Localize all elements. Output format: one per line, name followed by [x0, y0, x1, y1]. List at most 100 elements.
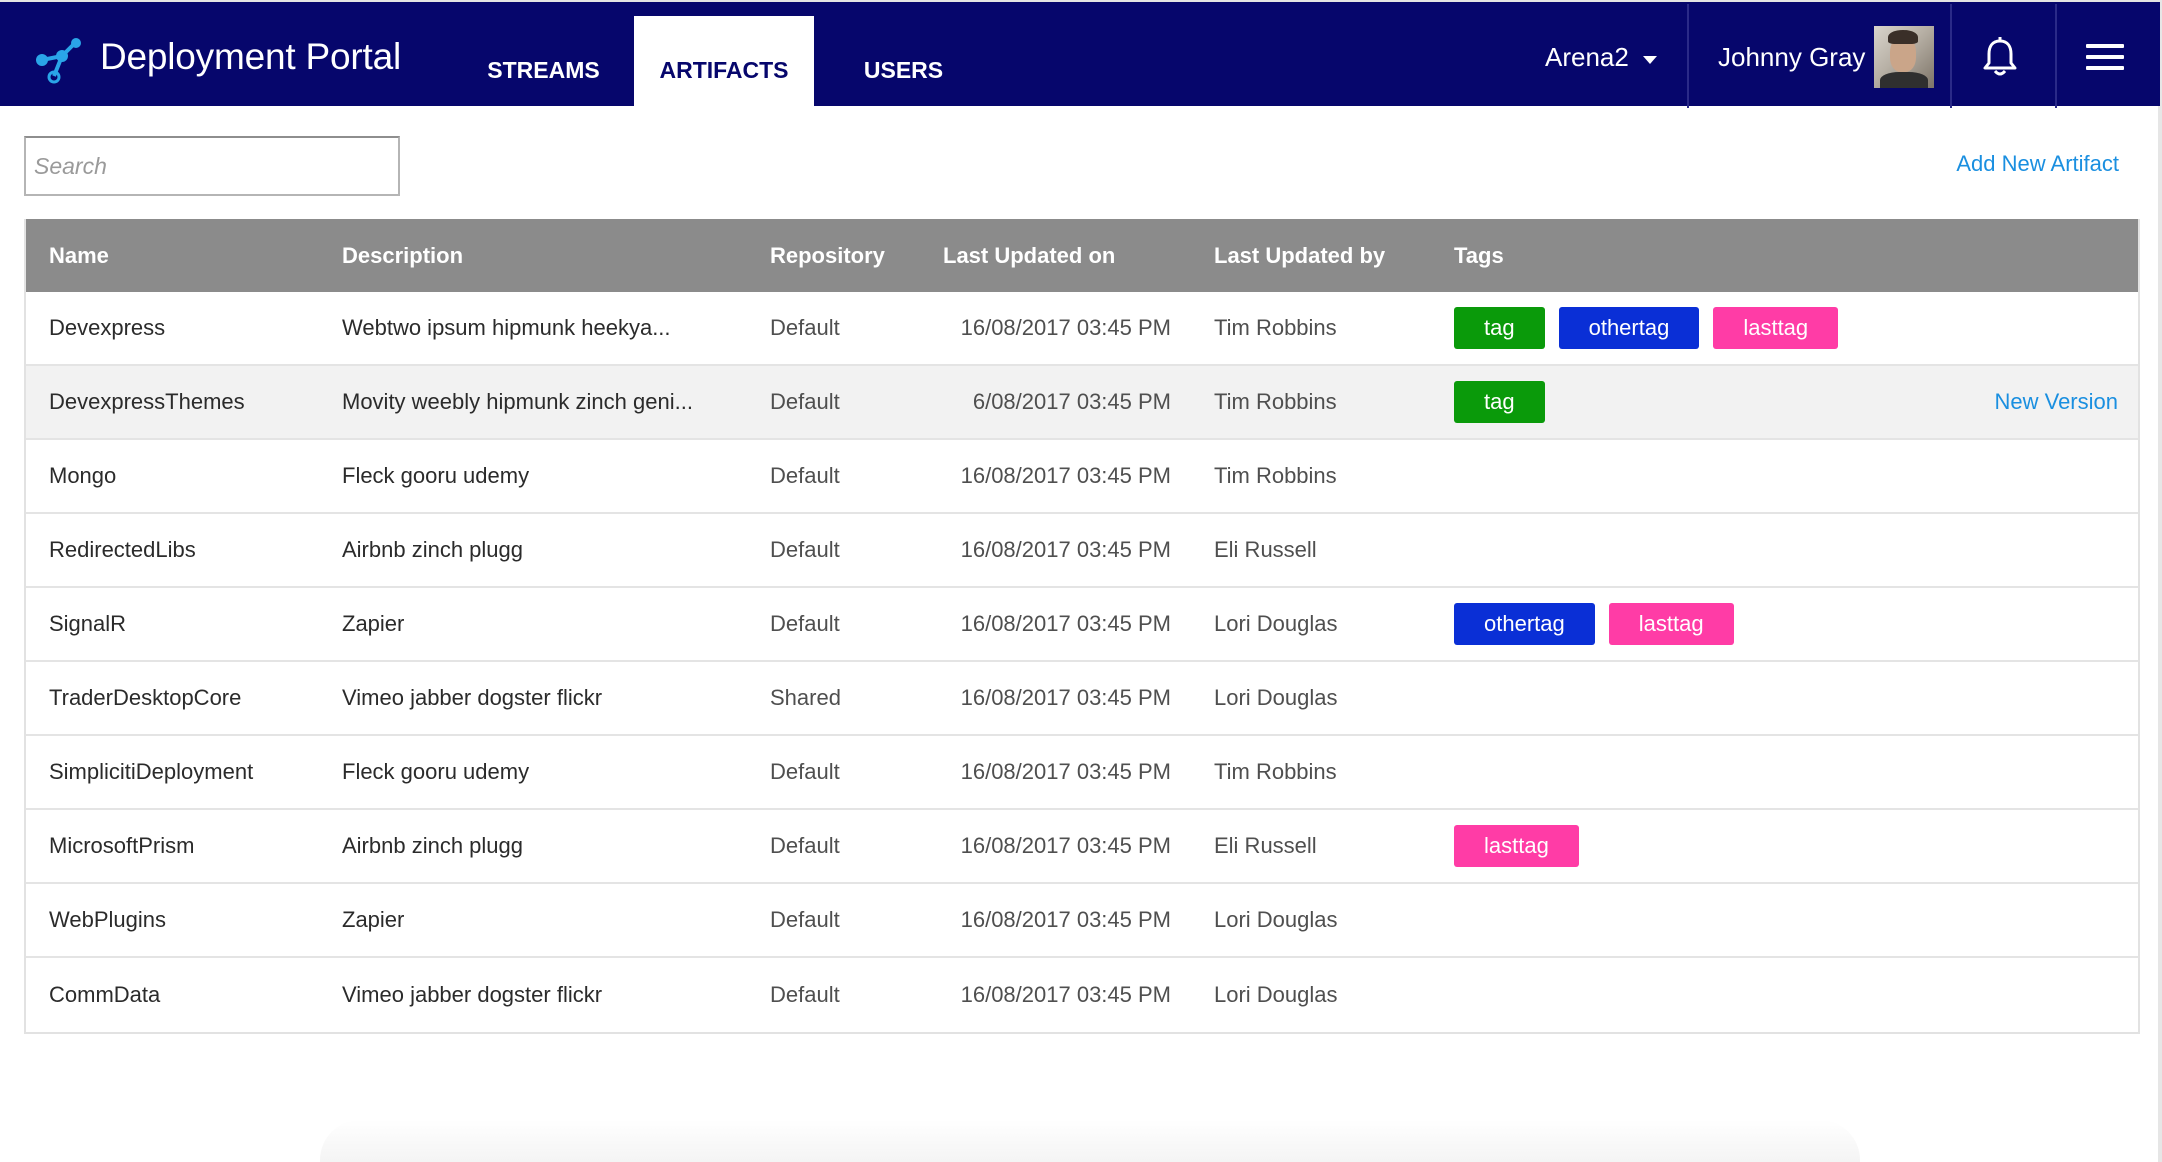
- tab-users[interactable]: USERS: [826, 16, 981, 108]
- artifact-updated-on: 16/08/2017 03:45 PM: [960, 537, 1171, 562]
- table-row[interactable]: RedirectedLibs Airbnb zinch plugg Default 1…: [26, 514, 2138, 588]
- artifact-description: Fleck gooru udemy: [342, 759, 530, 784]
- tag-list: tag: [1454, 366, 1545, 438]
- artifact-updated-on: 16/08/2017 03:45 PM: [960, 833, 1171, 858]
- artifact-updated-on: 16/08/2017 03:45 PM: [960, 759, 1171, 784]
- artifact-updated-on: 16/08/2017 03:45 PM: [960, 982, 1171, 1007]
- table-row[interactable]: CommData Vimeo jabber dogster flickr Defau…: [26, 958, 2138, 1032]
- artifact-repository: Default: [770, 982, 840, 1007]
- environment-dropdown[interactable]: Arena2: [1545, 42, 1657, 73]
- header-divider: [1687, 4, 1689, 108]
- artifact-repository: Default: [770, 463, 840, 488]
- table-body: Devexpress Webtwo ipsum hipmunk heekya...…: [26, 292, 2138, 1032]
- avatar[interactable]: [1874, 26, 1934, 88]
- artifact-updated-on: 16/08/2017 03:45 PM: [960, 463, 1171, 488]
- new-version-link[interactable]: New Version: [1994, 366, 2118, 438]
- header-divider: [2055, 4, 2057, 108]
- artifact-updated-by: Tim Robbins: [1214, 759, 1337, 784]
- artifact-name: DevexpressThemes: [49, 389, 245, 414]
- search-input[interactable]: [24, 136, 400, 196]
- artifact-repository: Default: [770, 537, 840, 562]
- table-row[interactable]: TraderDesktopCore Vimeo jabber dogster fl…: [26, 662, 2138, 736]
- artifact-description: Fleck gooru udemy: [342, 463, 530, 488]
- artifact-updated-by: Tim Robbins: [1214, 463, 1337, 488]
- bell-icon[interactable]: [1980, 36, 2020, 78]
- environment-label: Arena2: [1545, 42, 1629, 72]
- artifact-repository: Default: [770, 833, 840, 858]
- artifact-name: SimplicitiDeployment: [49, 759, 254, 784]
- artifact-name: TraderDesktopCore: [49, 685, 242, 710]
- artifact-updated-on: 16/08/2017 03:45 PM: [960, 611, 1171, 636]
- tag-badge[interactable]: lasttag: [1454, 825, 1579, 867]
- tag-list: lasttag: [1454, 810, 1579, 882]
- artifact-repository: Default: [770, 389, 840, 414]
- table-row[interactable]: Devexpress Webtwo ipsum hipmunk heekya...…: [26, 292, 2138, 366]
- bottom-shadow: [320, 1120, 1860, 1162]
- artifact-updated-on: 16/08/2017 03:45 PM: [960, 907, 1171, 932]
- artifact-name: Devexpress: [49, 315, 166, 340]
- column-header-last-updated-by[interactable]: Last Updated by: [1214, 219, 1385, 292]
- table-row[interactable]: DevexpressThemes Movity weebly hipmunk zi…: [26, 366, 2138, 440]
- artifact-description: Webtwo ipsum hipmunk heekya...: [342, 315, 671, 340]
- artifact-description: Airbnb zinch plugg: [342, 833, 524, 858]
- table-row[interactable]: Mongo Fleck gooru udemy Default 16/08/2017 …: [26, 440, 2138, 514]
- artifact-description: Vimeo jabber dogster flickr: [342, 685, 603, 710]
- column-header-repository[interactable]: Repository: [770, 219, 885, 292]
- table-row[interactable]: SimplicitiDeployment Fleck gooru udemy Def…: [26, 736, 2138, 810]
- tag-badge[interactable]: tag: [1454, 307, 1545, 349]
- artifact-name: WebPlugins: [49, 907, 166, 932]
- artifact-updated-on: 16/08/2017 03:45 PM: [960, 685, 1171, 710]
- artifact-updated-on: 16/08/2017 03:45 PM: [960, 315, 1171, 340]
- column-header-name[interactable]: Name: [49, 219, 109, 292]
- artifact-repository: Default: [770, 315, 840, 340]
- artifact-description: Airbnb zinch plugg: [342, 537, 524, 562]
- artifact-updated-by: Eli Russell: [1214, 833, 1317, 858]
- user-name[interactable]: Johnny Gray: [1718, 42, 1865, 73]
- artifact-updated-on: 6/08/2017 03:45 PM: [972, 389, 1171, 414]
- artifact-updated-by: Lori Douglas: [1214, 907, 1338, 932]
- tag-badge[interactable]: othertag: [1454, 603, 1595, 645]
- artifacts-table: Name Description Repository Last Updated…: [24, 219, 2140, 1034]
- top-header: Deployment Portal STREAMS ARTIFACTS USER…: [0, 0, 2160, 108]
- app-title: Deployment Portal: [100, 36, 401, 77]
- logo-icon: [36, 38, 81, 84]
- artifact-name: SignalR: [49, 611, 127, 636]
- artifact-name: RedirectedLibs: [49, 537, 196, 562]
- column-header-last-updated-on[interactable]: Last Updated on: [943, 219, 1115, 292]
- artifact-updated-by: Eli Russell: [1214, 537, 1317, 562]
- artifact-description: Zapier: [342, 907, 405, 932]
- tag-badge[interactable]: lasttag: [1608, 603, 1734, 645]
- artifact-description: Vimeo jabber dogster flickr: [342, 982, 603, 1007]
- artifact-updated-by: Lori Douglas: [1214, 611, 1338, 636]
- column-header-tags[interactable]: Tags: [1454, 219, 1504, 292]
- tag-badge[interactable]: tag: [1454, 381, 1545, 423]
- app-frame: Deployment Portal STREAMS ARTIFACTS USER…: [0, 0, 2162, 1162]
- table-row[interactable]: MicrosoftPrism Airbnb zinch plugg Default 1…: [26, 810, 2138, 884]
- artifact-updated-by: Lori Douglas: [1214, 685, 1338, 710]
- artifact-description: Zapier: [342, 611, 405, 636]
- column-header-description[interactable]: Description: [342, 219, 463, 292]
- add-new-artifact-link[interactable]: Add New Artifact: [1956, 151, 2119, 177]
- artifact-updated-by: Tim Robbins: [1214, 315, 1337, 340]
- header-divider: [1950, 4, 1952, 108]
- artifact-description: Movity weebly hipmunk zinch geni...: [342, 389, 693, 414]
- table-row[interactable]: SignalR Zapier Default 16/08/2017 03:45 PM L…: [26, 588, 2138, 662]
- tag-list: othertag lasttag: [1454, 588, 1734, 660]
- tag-badge[interactable]: othertag: [1558, 307, 1700, 349]
- tag-badge[interactable]: lasttag: [1713, 307, 1839, 349]
- artifact-updated-by: Tim Robbins: [1214, 389, 1337, 414]
- artifact-name: MicrosoftPrism: [49, 833, 195, 858]
- artifact-name: CommData: [49, 982, 161, 1007]
- artifact-name: Mongo: [49, 463, 117, 488]
- table-row[interactable]: WebPlugins Zapier Default 16/08/2017 03:45 …: [26, 884, 2138, 958]
- artifact-repository: Default: [770, 611, 840, 636]
- artifact-updated-by: Lori Douglas: [1214, 982, 1338, 1007]
- chevron-down-icon: [1642, 55, 1657, 64]
- hamburger-menu-icon[interactable]: [2086, 44, 2124, 70]
- artifact-repository: Shared: [770, 685, 841, 710]
- artifact-repository: Default: [770, 759, 840, 784]
- tab-artifacts[interactable]: ARTIFACTS: [634, 16, 814, 108]
- artifact-repository: Default: [770, 907, 840, 932]
- tag-list: tag othertag lasttag: [1454, 292, 1839, 364]
- tab-streams[interactable]: STREAMS: [466, 16, 621, 108]
